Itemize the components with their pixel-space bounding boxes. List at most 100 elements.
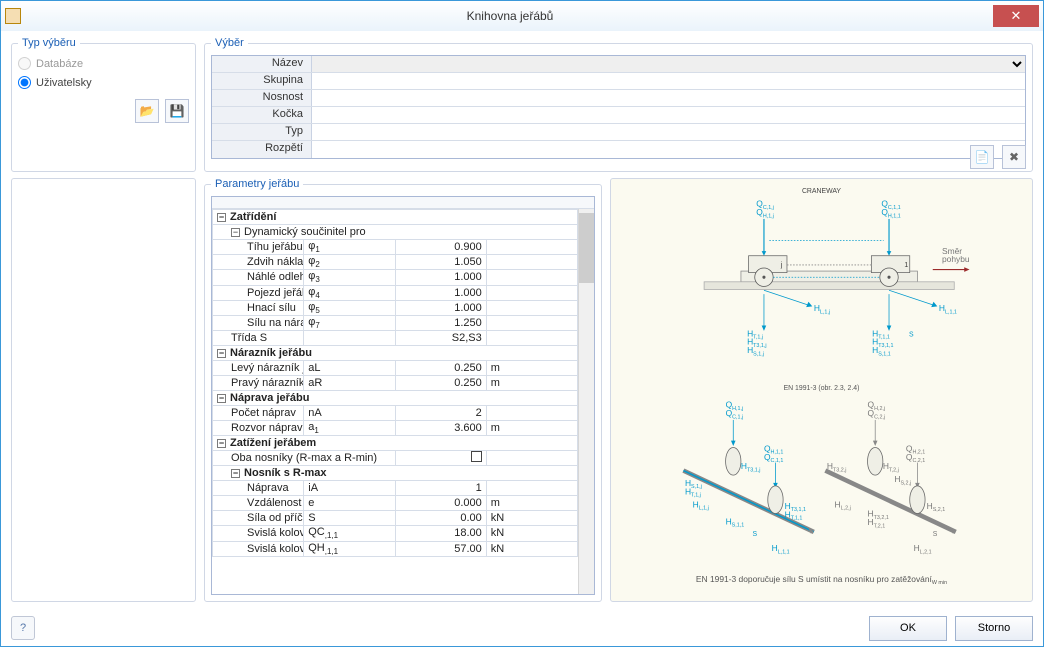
param-value[interactable]: 18.00 — [395, 526, 486, 541]
dialog-window: Knihovna jeřábů ✕ Typ výběru Databáze Už… — [0, 0, 1044, 647]
svg-text:HL,1,1: HL,1,1 — [939, 303, 957, 315]
svg-text:HS,2,j: HS,2,j — [894, 474, 911, 486]
svg-text:CRANEWAY: CRANEWAY — [802, 188, 841, 195]
svg-text:EN 1991-3 doporučuje sílu S um: EN 1991-3 doporučuje sílu S umístit na n… — [696, 574, 947, 586]
param-value[interactable]: 2 — [395, 406, 486, 421]
param-value[interactable]: 0.250 — [395, 361, 486, 376]
typ-vyberu-legend: Typ výběru — [18, 37, 80, 49]
param-unit — [486, 255, 577, 270]
param-label: Pravý nárazník jeřábu — [213, 376, 304, 391]
param-symbol: aR — [304, 376, 395, 391]
param-unit — [486, 406, 577, 421]
param-group[interactable]: −Zatížení jeřábem — [213, 436, 578, 451]
radio-uzivatelsky[interactable]: Uživatelsky — [18, 76, 189, 89]
param-value[interactable]: 57.00 — [395, 541, 486, 556]
params-grid: −Zatřídění−Dynamický součinitel proTíhu … — [211, 196, 595, 595]
diagram-panel: .lbl{font:9px sans-serif;} .sub{font:7px… — [610, 178, 1033, 602]
svg-text:HL,1,1: HL,1,1 — [772, 543, 790, 555]
param-group[interactable]: −Náprava jeřábu — [213, 391, 578, 406]
param-value[interactable]: 0.00 — [395, 511, 486, 526]
param-unit — [486, 240, 577, 255]
param-label: Pojezd jeřábu — [213, 285, 304, 300]
param-group[interactable]: −Nosník s R-max — [213, 466, 578, 481]
param-value[interactable]: 0.000 — [395, 496, 486, 511]
close-button[interactable]: ✕ — [993, 5, 1039, 27]
delete-item-icon[interactable]: ✖ — [1002, 145, 1026, 169]
param-value[interactable]: 3.600 — [395, 421, 486, 436]
param-symbol: a1 — [304, 421, 395, 436]
param-unit: m — [486, 376, 577, 391]
param-value[interactable]: 1.050 — [395, 255, 486, 270]
param-value[interactable]: 1 — [395, 481, 486, 496]
param-value[interactable]: 1.000 — [395, 270, 486, 285]
footer: ? OK Storno — [1, 610, 1043, 646]
params-legend: Parametry jeřábu — [211, 178, 303, 190]
param-symbol: φ7 — [304, 315, 395, 330]
scrollbar[interactable] — [578, 209, 594, 594]
radio-databaze[interactable]: Databáze — [18, 57, 189, 70]
help-button[interactable]: ? — [11, 616, 35, 640]
param-label: Náprava — [213, 481, 304, 496]
svg-text:HL,2,1: HL,2,1 — [914, 543, 932, 555]
param-value[interactable]: S2,S3 — [395, 331, 486, 346]
titlebar: Knihovna jeřábů ✕ — [1, 1, 1043, 31]
param-unit — [486, 481, 577, 496]
param-unit — [486, 315, 577, 330]
param-symbol: φ5 — [304, 300, 395, 315]
param-symbol: φ4 — [304, 285, 395, 300]
vyber-h-5: Rozpětí — [212, 141, 312, 158]
param-symbol: QH,1,1 — [304, 541, 395, 556]
param-value[interactable]: 1.000 — [395, 285, 486, 300]
param-value[interactable]: 0.900 — [395, 240, 486, 255]
param-symbol — [304, 331, 395, 346]
param-value[interactable]: 0.250 — [395, 376, 486, 391]
svg-text:HS,1,1: HS,1,1 — [726, 516, 745, 528]
open-folder-icon[interactable]: 📂 — [135, 99, 159, 123]
svg-text:Směrpohybu: Směrpohybu — [942, 246, 970, 264]
client-area: Typ výběru Databáze Uživatelsky 📂 💾 Výbě… — [1, 31, 1043, 610]
left-placeholder — [11, 178, 196, 602]
svg-text:HT,2,j: HT,2,j — [883, 461, 899, 473]
param-unit: kN — [486, 541, 577, 556]
param-symbol: iA — [304, 481, 395, 496]
param-label: Vzdálenost síly od příčení jeřábu — [213, 496, 304, 511]
nazev-select[interactable] — [312, 56, 1025, 72]
vyber-h-1: Skupina — [212, 73, 312, 89]
ok-button[interactable]: OK — [869, 616, 947, 641]
param-label: Svislá kolová zatížení — [213, 541, 304, 556]
param-symbol: φ3 — [304, 270, 395, 285]
param-label: Oba nosníky (R-max a R-min) — [213, 451, 396, 466]
param-label: Počet náprav — [213, 406, 304, 421]
cancel-button[interactable]: Storno — [955, 616, 1033, 641]
param-symbol: φ2 — [304, 255, 395, 270]
vyber-legend: Výběr — [211, 37, 248, 49]
param-group[interactable]: −Zatřídění — [213, 210, 578, 225]
window-title: Knihovna jeřábů — [27, 9, 993, 23]
param-group[interactable]: −Dynamický součinitel pro — [213, 225, 578, 240]
vyber-group: Výběr Název Skupina Nosnost Kočka Typ Ro… — [204, 37, 1033, 172]
svg-text:HS,2,1: HS,2,1 — [927, 501, 946, 513]
param-unit — [486, 300, 577, 315]
param-label: Zdvih nákladu — [213, 255, 304, 270]
param-label: Svislá kolová zatížení — [213, 526, 304, 541]
param-symbol: nA — [304, 406, 395, 421]
param-value[interactable]: 1.000 — [395, 300, 486, 315]
vyber-h-0: Název — [212, 56, 312, 72]
param-label: Síla od příčení jeřábu — [213, 511, 304, 526]
param-checkbox[interactable] — [395, 451, 486, 466]
param-label: Tíhu jeřábu — [213, 240, 304, 255]
svg-text:S: S — [909, 331, 914, 338]
param-label: Sílu na nárazníky — [213, 315, 304, 330]
save-item-icon[interactable]: 📄 — [970, 145, 994, 169]
param-value[interactable]: 1.250 — [395, 315, 486, 330]
param-unit: m — [486, 496, 577, 511]
param-label: Levý nárazník jeřábu — [213, 361, 304, 376]
vyber-h-3: Kočka — [212, 107, 312, 123]
param-group[interactable]: −Nárazník jeřábu — [213, 346, 578, 361]
save-disk-icon[interactable]: 💾 — [165, 99, 189, 123]
svg-text:HL,1,j: HL,1,j — [693, 499, 709, 511]
vyber-h-4: Typ — [212, 124, 312, 140]
svg-text:HL,1,j: HL,1,j — [814, 303, 830, 315]
param-unit: m — [486, 361, 577, 376]
params-group: Parametry jeřábu −Zatřídění−Dynamický so… — [204, 178, 602, 602]
